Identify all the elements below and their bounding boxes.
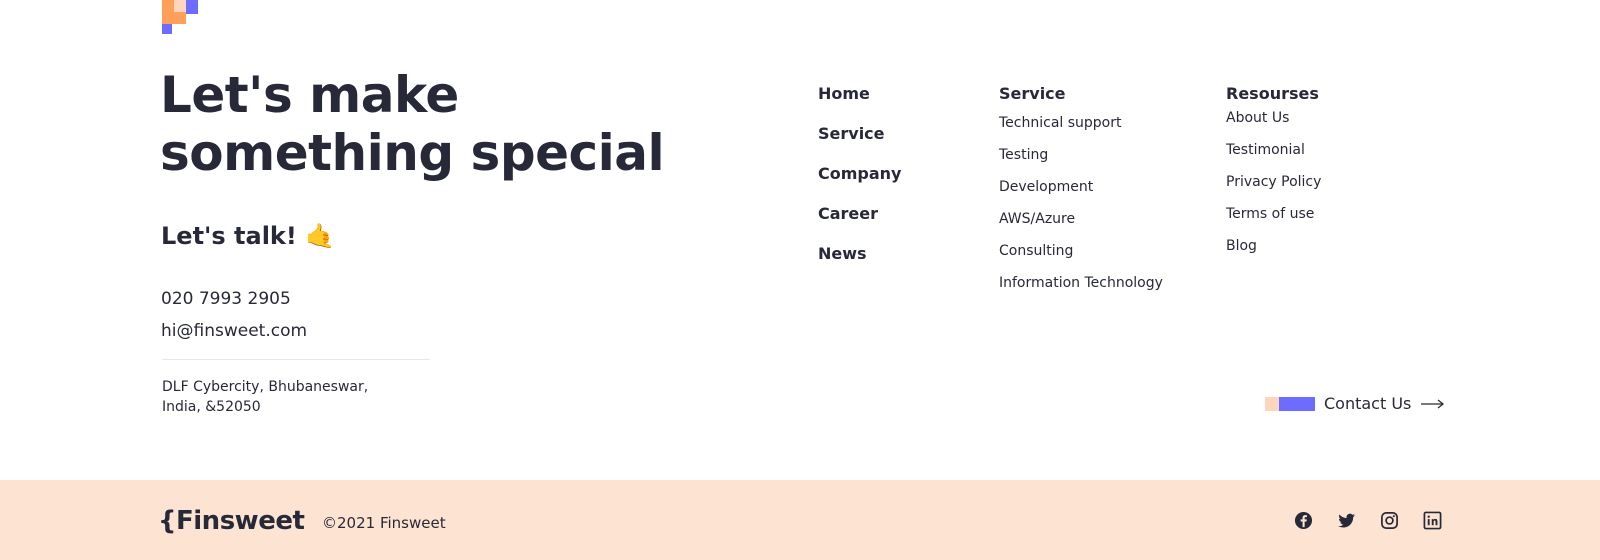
- nav-home[interactable]: Home: [818, 84, 901, 124]
- phone-link[interactable]: 020 7993 2905: [161, 289, 291, 309]
- resources-link-terms-of-use[interactable]: Terms of use: [1226, 205, 1321, 237]
- service-link-information-technology[interactable]: Information Technology: [999, 274, 1163, 306]
- address-line-1: DLF Cybercity, Bhubaneswar,: [162, 379, 369, 395]
- resources-column: Resourses About Us Testimonial Privacy P…: [1226, 84, 1321, 269]
- service-link-consulting[interactable]: Consulting: [999, 242, 1163, 274]
- contact-accent-peach: [1265, 396, 1279, 411]
- facebook-icon[interactable]: [1294, 511, 1313, 530]
- page-title: Let's make something special: [160, 66, 665, 182]
- social-links: [1294, 511, 1442, 530]
- footer-logo[interactable]: {Finsweet: [158, 506, 305, 536]
- instagram-icon[interactable]: [1380, 511, 1399, 530]
- service-link-development[interactable]: Development: [999, 178, 1163, 210]
- contact-us-label: Contact Us: [1324, 394, 1412, 413]
- nav-career[interactable]: Career: [818, 204, 901, 244]
- resources-link-blog[interactable]: Blog: [1226, 237, 1321, 269]
- nav-news[interactable]: News: [818, 244, 901, 284]
- arrow-right-icon: [1421, 398, 1445, 409]
- headline-line-1: Let's make: [160, 66, 459, 124]
- main-nav: Home Service Company Career News: [818, 84, 901, 284]
- email-link[interactable]: hi@finsweet.com: [161, 321, 307, 341]
- nav-service[interactable]: Service: [818, 124, 901, 164]
- twitter-icon[interactable]: [1337, 511, 1356, 530]
- service-column: Service Technical support Testing Develo…: [999, 84, 1163, 306]
- service-title: Service: [999, 84, 1066, 103]
- pixel-logo-icon: [162, 0, 202, 36]
- divider: [162, 359, 430, 360]
- resources-title: Resourses: [1226, 84, 1319, 103]
- nav-company[interactable]: Company: [818, 164, 901, 204]
- service-link-technical-support[interactable]: Technical support: [999, 114, 1163, 146]
- address: DLF Cybercity, Bhubaneswar, India, &5205…: [162, 377, 402, 417]
- address-line-2: India, &52050: [162, 399, 261, 415]
- headline-line-2: something special: [160, 124, 665, 182]
- contact-accent-purple: [1279, 396, 1315, 411]
- copyright-text: ©2021 Finsweet: [322, 514, 446, 532]
- resources-link-testimonial[interactable]: Testimonial: [1226, 141, 1321, 173]
- resources-link-about-us[interactable]: About Us: [1226, 109, 1321, 141]
- service-link-testing[interactable]: Testing: [999, 146, 1163, 178]
- linkedin-icon[interactable]: [1423, 511, 1442, 530]
- service-link-aws-azure[interactable]: AWS/Azure: [999, 210, 1163, 242]
- resources-link-privacy-policy[interactable]: Privacy Policy: [1226, 173, 1321, 205]
- talk-heading: Let's talk! 🤙: [161, 222, 336, 250]
- contact-us-button[interactable]: Contact Us: [1265, 394, 1445, 413]
